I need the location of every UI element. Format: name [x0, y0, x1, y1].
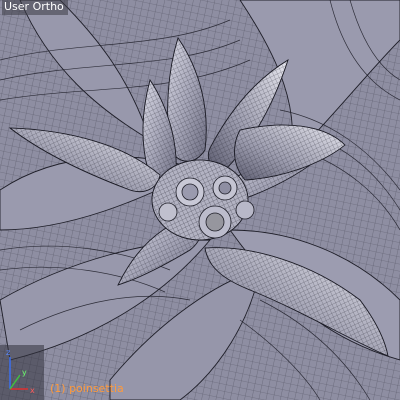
- axis-gizmo: z x y: [0, 345, 44, 400]
- y-axis-label: y: [22, 368, 27, 377]
- 3d-viewport[interactable]: User Ortho z x y (1) poinsettia: [0, 0, 400, 400]
- view-name-label: User Ortho: [2, 0, 68, 15]
- z-axis-label: z: [6, 348, 10, 357]
- x-axis-label: x: [30, 386, 35, 395]
- mesh-render[interactable]: [0, 0, 400, 400]
- active-object-label: (1) poinsettia: [50, 382, 124, 395]
